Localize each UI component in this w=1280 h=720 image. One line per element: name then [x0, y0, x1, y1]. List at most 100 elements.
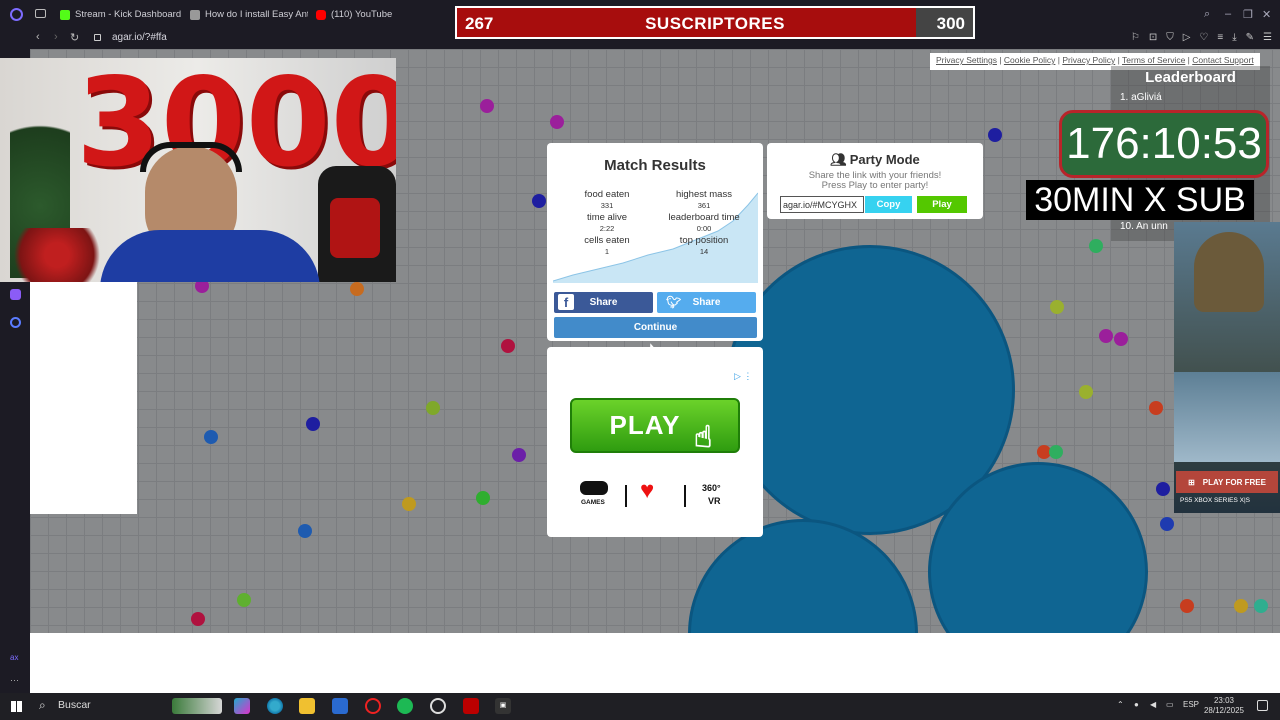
tab-kick-dashboard[interactable]: Stream - Kick Dashboard — [60, 4, 185, 25]
facebook-share-button[interactable]: f Share — [554, 292, 653, 313]
kick-icon — [60, 9, 70, 20]
promo-banner: 30MIN X SUB — [1026, 180, 1254, 220]
privacy-policy-link[interactable]: Privacy Policy — [1062, 55, 1115, 65]
url-field[interactable]: agar.io/?#ffa — [112, 32, 167, 43]
taskbar-search[interactable]: Buscar — [58, 699, 91, 711]
facebook-icon: f — [558, 294, 574, 310]
snapshot-icon[interactable]: ⊡ — [1149, 32, 1157, 43]
tab-youtube[interactable]: (110) YouTube — [316, 4, 426, 25]
screen: Stream - Kick Dashboard How do I install… — [0, 0, 1280, 720]
obs-icon[interactable] — [430, 698, 446, 714]
more-icon[interactable]: ☰ — [1263, 32, 1272, 43]
continue-button[interactable]: Continue — [554, 317, 757, 338]
copilot-icon[interactable] — [234, 698, 250, 714]
back-icon[interactable]: ‹ — [36, 31, 40, 43]
language-indicator[interactable]: ESP — [1183, 700, 1199, 709]
blank-panel — [30, 282, 137, 514]
ad-panel[interactable]: ▷ ⋮ PLAY ☝︎ GAMES ♥ 360° VR — [547, 347, 763, 537]
food-pellet — [480, 99, 494, 113]
play-for-free-button[interactable]: ⊞ PLAY FOR FREE — [1176, 471, 1278, 493]
facebook-share-label: Share — [589, 297, 618, 308]
windows-start-icon[interactable] — [11, 701, 22, 712]
stat-cells-eaten: cells eaten 1 — [557, 235, 657, 256]
player-icon[interactable]: ▷ — [1183, 32, 1191, 43]
food-pellet — [298, 524, 312, 538]
clock-date: 28/12/2025 — [1203, 706, 1244, 715]
network-icon[interactable]: ▭ — [1166, 700, 1174, 709]
party-link-input[interactable] — [780, 196, 864, 213]
terms-link[interactable]: Terms of Service — [1122, 55, 1185, 65]
stat-value: 1 — [604, 247, 610, 256]
lock-icon — [94, 34, 101, 41]
stat-value: 2:22 — [599, 224, 615, 233]
opera-taskbar-icon[interactable] — [365, 698, 381, 714]
game-app-icon[interactable] — [463, 698, 479, 714]
clock[interactable]: 23:03 28/12/2025 — [1204, 696, 1244, 716]
webcam-overlay: 3000 — [0, 58, 396, 282]
spotify-icon[interactable] — [397, 698, 413, 714]
stat-label: leaderboard time — [668, 212, 740, 223]
sidebar-messenger-icon[interactable] — [10, 289, 21, 300]
food-pellet — [204, 430, 218, 444]
party-play-button[interactable]: Play — [917, 196, 967, 213]
stat-value: 331 — [600, 201, 614, 210]
tab-label: (110) YouTube — [331, 9, 393, 20]
search-icon[interactable]: ⌕ — [39, 698, 46, 713]
ad-play-button[interactable]: PLAY ☝︎ — [570, 398, 740, 454]
tab-islands-icon[interactable] — [35, 9, 46, 18]
opera-logo-icon[interactable] — [10, 8, 23, 21]
notifications-icon[interactable] — [1257, 700, 1268, 711]
copy-link-button[interactable]: Copy — [865, 196, 912, 213]
edge-icon[interactable] — [267, 698, 283, 714]
close-icon[interactable]: ✕ — [1262, 8, 1271, 21]
chair-stripe — [330, 198, 380, 258]
sidebar-aria-icon[interactable]: ax — [10, 653, 21, 664]
cookie-policy-link[interactable]: Cookie Policy — [1004, 55, 1056, 65]
match-results-panel: Match Results food eaten 331 highest mas… — [547, 143, 763, 341]
bookmark-icon[interactable]: ⚐ — [1131, 32, 1140, 43]
food-pellet — [1099, 329, 1113, 343]
stat-leaderboard-time: leaderboard time 0:00 — [654, 212, 754, 233]
food-pellet — [306, 417, 320, 431]
stat-label: cells eaten — [584, 235, 630, 246]
food-pellet — [1089, 239, 1103, 253]
subscriber-goal-bar: SUSCRIPTORES 267 300 — [455, 6, 975, 39]
aria-icon[interactable]: ✎ — [1246, 32, 1254, 43]
tab-easy-anticheat[interactable]: How do I install Easy Anti- — [190, 4, 308, 25]
ad-play-label: PLAY — [609, 410, 681, 440]
mic-icon[interactable]: ● — [1134, 700, 1139, 709]
search-tabs-icon[interactable]: ⌕ — [1204, 8, 1210, 21]
twitter-share-button[interactable]: 🐦︎ Share — [657, 292, 756, 313]
play-for-free-label: PLAY FOR FREE — [1202, 477, 1266, 487]
stat-label: time alive — [586, 212, 628, 223]
sidebar-more-icon[interactable]: ⋯ — [10, 675, 21, 686]
forward-icon[interactable]: › — [54, 31, 58, 43]
leaderboard-row: 10. An unn — [1120, 221, 1168, 232]
minimize-icon[interactable]: – — [1225, 8, 1231, 20]
menu-icon[interactable]: ≡ — [1217, 32, 1223, 43]
file-explorer-icon[interactable] — [299, 698, 315, 714]
chevron-up-icon[interactable]: ⌃ — [1117, 700, 1124, 709]
subscriber-label: SUSCRIPTORES — [645, 14, 785, 33]
food-pellet — [350, 282, 364, 296]
volume-icon[interactable]: ◀︎ — [1150, 700, 1156, 709]
download-icon[interactable]: ⤓ — [1232, 32, 1236, 43]
store-icon[interactable] — [332, 698, 348, 714]
maximize-icon[interactable]: ❐ — [1243, 8, 1253, 21]
shield-icon[interactable]: ⛉ — [1166, 32, 1174, 43]
sidebar-settings-icon[interactable] — [10, 317, 21, 328]
adchoices-icon[interactable]: ▷ ⋮ — [734, 371, 752, 382]
food-pellet — [191, 612, 205, 626]
reload-icon[interactable]: ↻ — [70, 31, 79, 44]
privacy-settings-link[interactable]: Privacy Settings — [936, 55, 997, 65]
party-mode-description: Share the link with your friends! Press … — [767, 171, 983, 191]
terminal-icon[interactable]: ▣ — [495, 698, 511, 714]
widget-icon[interactable] — [172, 698, 222, 714]
stat-highest-mass: highest mass 361 — [654, 189, 754, 210]
timer-value: 176:10:53 — [1066, 119, 1262, 168]
side-advertisement[interactable]: ⊞ PLAY FOR FREE PS5 XBOX SERIES X|S — [1174, 222, 1280, 513]
headset — [140, 142, 242, 172]
contact-support-link[interactable]: Contact Support — [1192, 55, 1253, 65]
heart-icon[interactable]: ♡ — [1199, 32, 1208, 43]
streamer-shirt — [100, 230, 320, 282]
